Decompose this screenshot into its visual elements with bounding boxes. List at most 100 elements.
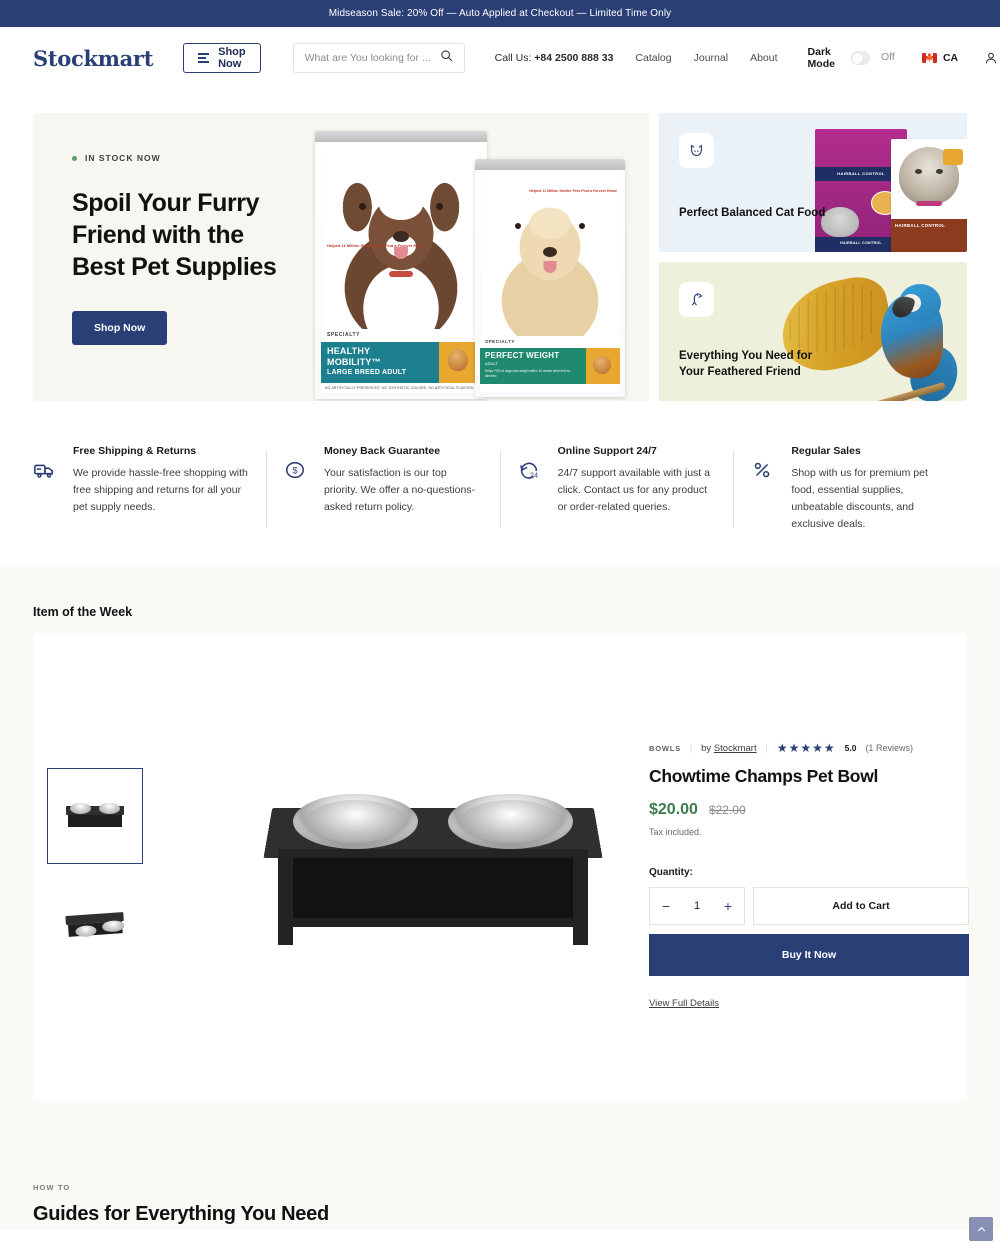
hero-shop-now-button[interactable]: Shop Now [72,311,168,345]
bag2-line-2: ADULT [485,361,498,366]
quantity-increase-button[interactable]: + [724,899,732,913]
search-icon[interactable] [440,49,453,67]
cat-product-image: HAIRBALL CONTROL HAIRBALL CONTROL HAIRBA… [815,129,967,252]
product-thumbnail-2[interactable] [47,876,143,972]
feature-text-block: Regular Sales Shop with us for premium p… [791,445,949,533]
call-us-label: Call Us: [494,52,532,64]
buy-it-now-button[interactable]: Buy It Now [649,934,969,976]
svg-text:$: $ [292,466,297,476]
feature-heading: Money Back Guarantee [323,445,441,457]
cat-eye-right [936,169,943,174]
feature-heading: Free Shipping & Returns [73,445,197,457]
bag-line-2: MOBILITY™ [327,356,381,367]
bowl-stand-leg-left [278,922,293,946]
rating-stars-icon: ★★★★★ [776,741,836,755]
vendor-name[interactable]: Stockmart [714,743,757,754]
cat-food-bag-white: HAIRBALL CONTROL [891,139,967,252]
item-of-week-title: Item of the Week [33,605,133,619]
call-us: Call Us: +84 2500 888 33 [495,52,614,64]
dark-mode-toggle[interactable]: Off [850,51,895,65]
scroll-to-top-button[interactable] [969,1217,993,1241]
bowl-stand-leg-right [573,922,588,946]
add-to-cart-button[interactable]: Add to Cart [753,887,969,925]
rating-value: 5.0 [844,743,857,753]
site-logo[interactable]: Stockmart [33,46,153,71]
locale-selector[interactable]: 🍁 CA [921,52,958,64]
bird-icon [679,282,714,317]
bag-line-1: HEALTHY [327,346,371,356]
toggle-knob [852,52,864,64]
product-thumbnail-1[interactable] [47,768,143,864]
nav-link-about[interactable]: About [750,52,777,64]
user-icon[interactable] [978,45,1000,71]
nav-link-catalog[interactable]: Catalog [635,52,671,64]
primary-nav: Catalog Journal About [635,52,777,64]
feature-text-block: Online Support 24/7 24/7 support availab… [558,445,716,533]
cat-bag-label-text: HAIRBALL CONTROL [895,223,946,228]
nav-link-journal[interactable]: Journal [694,52,728,64]
dark-mode-control[interactable]: Dark Mode Off [808,46,895,70]
feature-heading: Regular Sales [791,445,861,457]
steel-bowl-right [448,793,573,849]
hero-main-banner[interactable]: IN STOCK NOW Spoil Your Furry Friend wit… [33,113,649,401]
shop-now-menu-button[interactable]: Shop Now [183,43,261,73]
product-category[interactable]: BOWLS [649,744,681,753]
quantity-stepper[interactable]: − 1 + [649,887,745,925]
pet-bowl-front-icon [64,798,126,834]
stock-dot-icon [72,155,77,161]
quantity-decrease-button[interactable]: − [662,899,670,913]
kitten-photo [821,207,859,237]
pet-bowl-illustration [183,743,683,973]
dark-mode-state: Off [880,51,895,63]
cat-eye-left [915,169,922,174]
feature-body: 24/7 support available with just a click… [557,467,710,513]
feature-body: We provide hassle-free shopping with fre… [73,467,248,513]
hero-title: Spoil Your Furry Friend with the Best Pe… [72,189,277,281]
support-24-icon: 24 [518,445,542,533]
how-to-section: HOW TO Guides for Everything You Need [0,1157,1000,1229]
product-title: Chowtime Champs Pet Bowl [649,766,879,786]
announcement-text: Midseason Sale: 20% Off — Auto Applied a… [328,8,672,19]
tax-note: Tax included. [649,827,702,837]
bag-line-3: LARGE BREED ADULT [327,369,407,377]
hero-card-cat-title: Perfect Balanced Cat Food [679,207,826,219]
bag2-green-label: PERFECT WEIGHT ADULT Helps 70% of dogs l… [480,348,620,384]
hero-card-bird-supplies[interactable]: Everything You Need for Your Feathered F… [659,262,967,401]
phone-number[interactable]: +84 2500 888 33 [534,52,613,64]
how-to-heading: Guides for Everything You Need [33,1203,329,1225]
page-root: Midseason Sale: 20% Off — Auto Applied a… [0,0,1000,1248]
search-input[interactable] [304,52,440,64]
truck-icon [33,445,57,533]
cat-collar [916,201,942,206]
steel-bowl-left [293,793,418,849]
bag2-line-3: Helps 70% of dogs lose weight within 10 … [485,369,571,378]
search-bar[interactable] [292,43,465,73]
announcement-bar: Midseason Sale: 20% Off — Auto Applied a… [0,0,1000,27]
product-main-image[interactable] [183,743,683,973]
hero-card-cat-food[interactable]: Perfect Balanced Cat Food HAIRBALL CONTR… [659,113,967,252]
feature-free-shipping: Free Shipping & Returns We provide hassl… [33,445,266,533]
shop-now-menu-label: Shop Now [218,46,246,70]
hero-card-bird-title: Everything You Need for Your Feathered F… [679,349,813,379]
svg-text:24: 24 [530,470,538,479]
bag2-label-text: PERFECT WEIGHT ADULT Helps 70% of dogs l… [480,348,586,384]
review-count[interactable]: (1 Reviews) [865,743,913,753]
how-to-kicker: HOW TO [33,1183,71,1192]
price-row: $20.00 $22.00 [649,801,969,819]
feature-body: Your satisfaction is our top priority. W… [323,467,476,513]
money-back-icon: $ [284,445,308,533]
product-card: BOWLS | by Stockmart | ★★★★★ 5.0 (1 Revi… [33,633,969,1101]
header-icon-group [978,45,1000,71]
stock-badge-text: IN STOCK NOW [85,153,161,163]
features-strip: Free Shipping & Returns We provide hassl… [33,445,967,543]
product-meta-row: BOWLS | by Stockmart | ★★★★★ 5.0 (1 Revi… [649,741,969,755]
hero-copy: IN STOCK NOW Spoil Your Furry Friend wit… [33,113,649,345]
pet-bowl-disassembled-icon [63,904,127,944]
product-thumbnail-list [47,768,143,984]
item-of-week-section: Item of the Week BOWLS | by Stockmart | … [0,565,1000,1157]
view-full-details-link[interactable]: View Full Details [649,998,719,1009]
purchase-row: − 1 + Add to Cart [649,887,969,925]
hamburger-icon [198,53,210,63]
chevron-up-icon [977,1226,985,1231]
feature-text-block: Free Shipping & Returns We provide hassl… [73,445,248,533]
